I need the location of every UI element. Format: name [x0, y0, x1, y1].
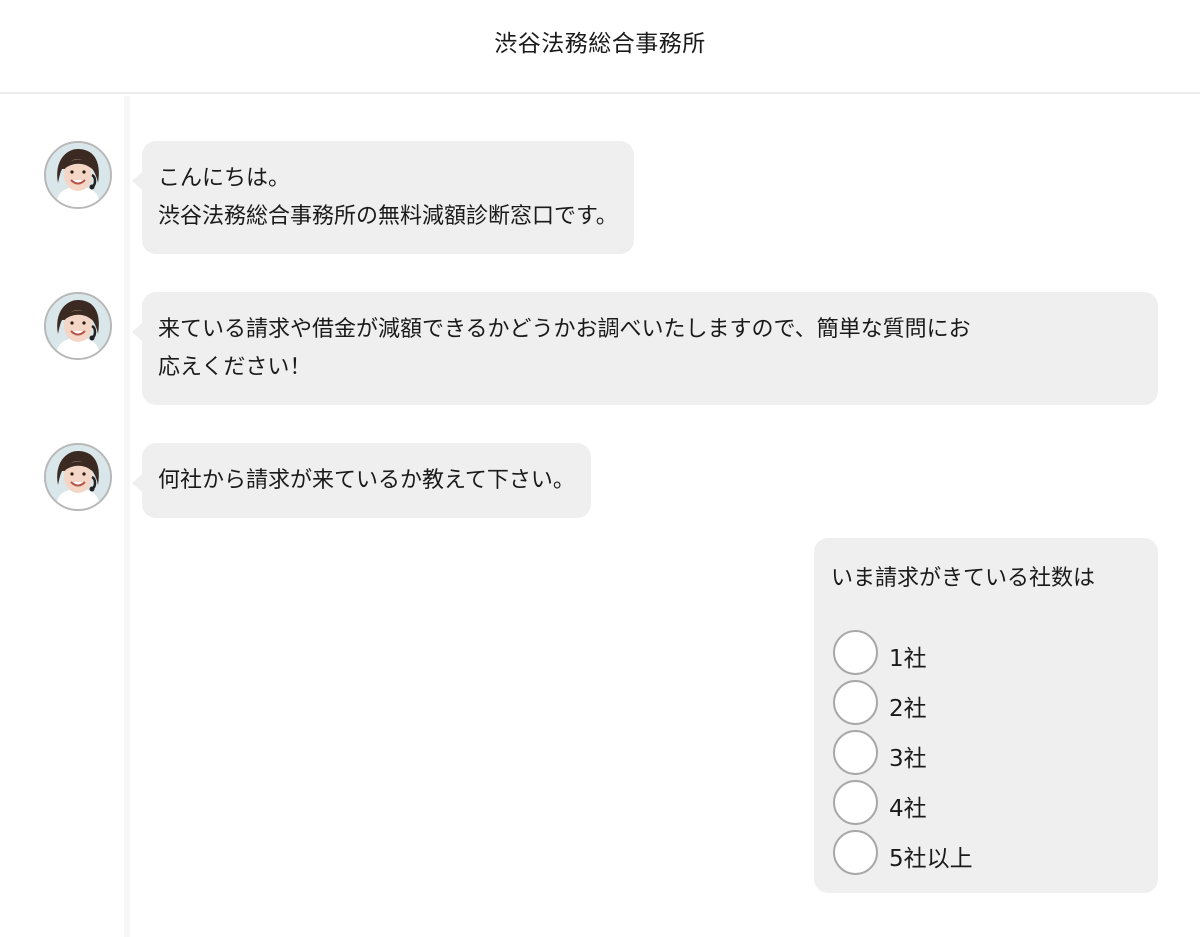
radio-button[interactable]	[833, 730, 878, 775]
form-question: いま請求がきている社数は	[831, 566, 1096, 591]
option-label[interactable]: 4社	[889, 789, 927, 823]
operator-avatar-icon	[44, 443, 112, 511]
option-4[interactable]: 4社	[833, 780, 1133, 826]
option-label[interactable]: 3社	[889, 739, 927, 773]
answer-form: いま請求がきている社数は 1社 2社 3社 4社 5社以上	[814, 538, 1158, 893]
option-3[interactable]: 3社	[833, 730, 1133, 776]
option-label[interactable]: 5社以上	[889, 839, 973, 873]
bot-message-2: 来ている請求や借金が減額できるかどうかお調べいたしますので、簡単な質問にお 応え…	[132, 292, 1158, 405]
chat-area[interactable]: こんにちは。 渋谷法務総合事務所の無料減額診断窓口です。 来ている請求や借金が減…	[0, 96, 1200, 937]
radio-button[interactable]	[833, 780, 878, 825]
message-text-line: 応えください！	[158, 355, 312, 380]
option-label[interactable]: 1社	[889, 639, 927, 673]
option-5-plus[interactable]: 5社以上	[833, 830, 1133, 876]
option-label[interactable]: 2社	[889, 689, 927, 723]
message-text-line: 何社から請求が来ているか教えて下さい。	[158, 468, 575, 493]
bot-message-3: 何社から請求が来ているか教えて下さい。	[132, 443, 591, 518]
header-bar: 渋谷法務総合事務所	[0, 0, 1200, 94]
operator-avatar-image	[46, 143, 110, 207]
page-title: 渋谷法務総合事務所	[494, 31, 706, 57]
radio-button[interactable]	[833, 680, 878, 725]
radio-button[interactable]	[833, 830, 878, 875]
bot-message-1: こんにちは。 渋谷法務総合事務所の無料減額診断窓口です。	[132, 141, 634, 254]
operator-avatar-image	[46, 445, 110, 509]
operator-avatar-icon	[44, 141, 112, 209]
message-text-line: 渋谷法務総合事務所の無料減額診断窓口です。	[158, 204, 618, 229]
operator-avatar-image	[46, 294, 110, 358]
message-text-line: こんにちは。	[158, 166, 291, 191]
chat-left-rail	[124, 96, 130, 937]
option-1[interactable]: 1社	[833, 630, 1133, 676]
option-2[interactable]: 2社	[833, 680, 1133, 726]
operator-avatar-icon	[44, 292, 112, 360]
message-text-line: 来ている請求や借金が減額できるかどうかお調べいたしますので、簡単な質問にお	[158, 317, 971, 342]
radio-button[interactable]	[833, 630, 878, 675]
